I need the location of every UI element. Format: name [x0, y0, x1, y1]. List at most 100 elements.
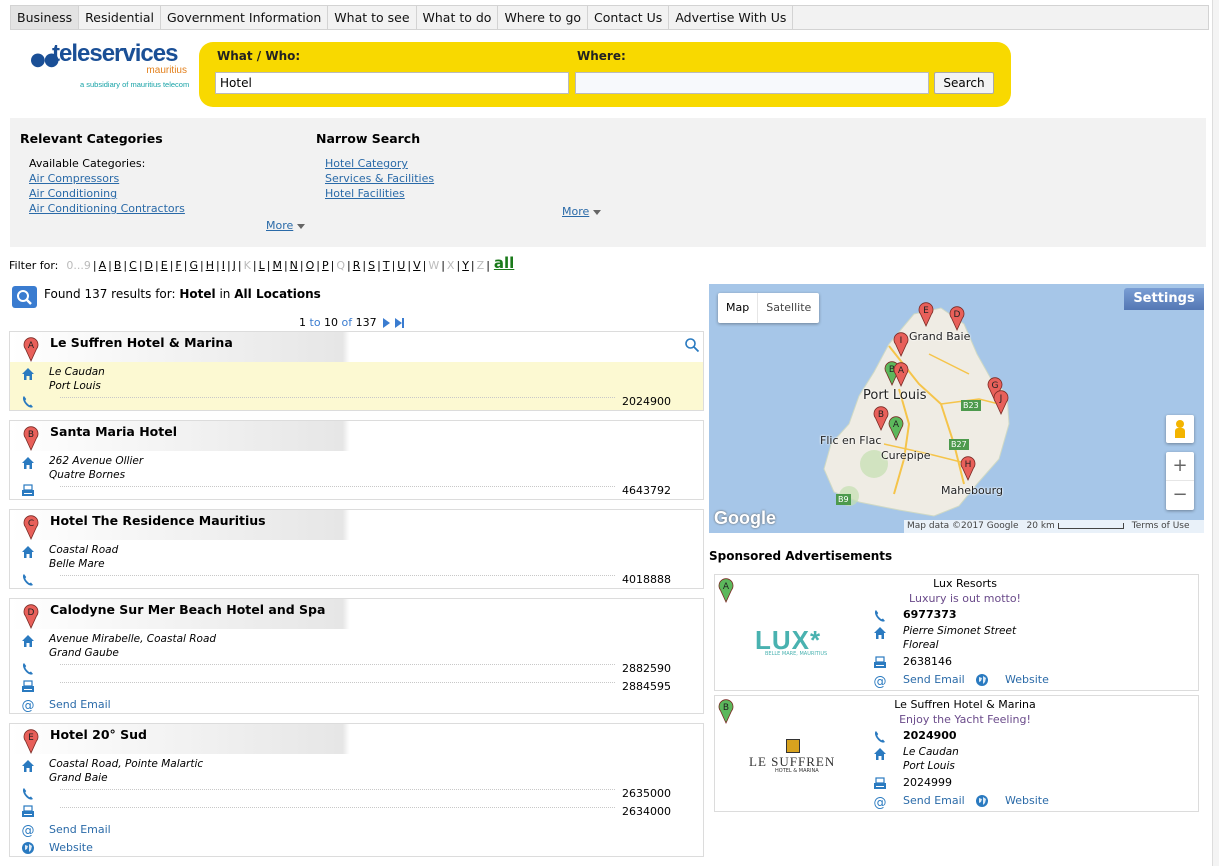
website-icon[interactable]: [975, 672, 989, 686]
listing-card[interactable]: D Calodyne Sur Mer Beach Hotel and Spa Ave…: [9, 598, 704, 714]
send-email-link[interactable]: Send Email: [49, 823, 111, 836]
filter-letter[interactable]: L: [257, 259, 267, 272]
category-link[interactable]: Air Compressors: [29, 172, 119, 185]
zoom-out-button[interactable]: −: [1166, 481, 1194, 510]
listing-card[interactable]: C Hotel The Residence Mauritius Coastal Ro…: [9, 509, 704, 589]
map-settings-button[interactable]: Settings: [1124, 288, 1204, 310]
fax-number: 2884595: [622, 680, 671, 693]
street-view-pegman-icon[interactable]: [1166, 415, 1194, 443]
map-pin-icon[interactable]: C: [23, 514, 39, 540]
categories-more-link[interactable]: More: [266, 219, 305, 232]
nav-tab[interactable]: What to see: [328, 6, 417, 29]
listing-name[interactable]: Hotel 20° Sud: [50, 727, 147, 742]
category-link[interactable]: Air Conditioning: [29, 187, 117, 200]
map-terms-link[interactable]: Terms of Use: [1132, 520, 1190, 533]
listing-name[interactable]: Calodyne Sur Mer Beach Hotel and Spa: [50, 602, 325, 617]
zoom-in-button[interactable]: +: [1166, 452, 1194, 481]
filter-all-link[interactable]: all: [494, 254, 514, 272]
ad-send-email-link[interactable]: Send Email: [903, 673, 965, 686]
narrow-link[interactable]: Services & Facilities: [325, 172, 434, 185]
map-marker-icon[interactable]: E: [918, 301, 934, 327]
ad-website-link[interactable]: Website: [1005, 673, 1049, 686]
filter-letter[interactable]: O: [304, 259, 317, 272]
ad-name[interactable]: Lux Resorts: [875, 577, 1055, 590]
website-link[interactable]: Website: [49, 841, 93, 854]
listing-name[interactable]: Hotel The Residence Mauritius: [50, 513, 266, 528]
filter-letter[interactable]: E: [159, 259, 170, 272]
filter-letter[interactable]: H: [204, 259, 216, 272]
map-marker-icon[interactable]: H: [960, 455, 976, 481]
filter-letter[interactable]: P: [320, 259, 331, 272]
last-page-icon[interactable]: [394, 317, 404, 328]
what-input[interactable]: [215, 72, 569, 94]
next-page-icon[interactable]: [382, 317, 390, 328]
email-icon[interactable]: @: [21, 822, 35, 839]
email-icon[interactable]: @: [21, 697, 35, 714]
fax-icon: [873, 655, 887, 669]
filter-letter[interactable]: M: [270, 259, 284, 272]
nav-tab[interactable]: Business: [11, 6, 80, 29]
map-marker-icon[interactable]: J: [993, 389, 1009, 415]
map-type-map-button[interactable]: Map: [718, 293, 757, 323]
sponsored-ad[interactable]: A LUX* BELLE MARE, MAURITIUS Lux Resorts Lux…: [714, 574, 1199, 691]
filter-letter[interactable]: D: [143, 259, 155, 272]
map-marker-icon[interactable]: I: [893, 331, 909, 357]
filter-letter[interactable]: T: [381, 259, 392, 272]
map-pin-icon[interactable]: B: [718, 698, 734, 724]
results-map[interactable]: Grand Baie Port Louis Flic en Flac Curep…: [709, 284, 1204, 533]
filter-letter[interactable]: I: [220, 259, 227, 272]
filter-letter[interactable]: S: [366, 259, 377, 272]
category-link[interactable]: Air Conditioning Contractors: [29, 202, 185, 215]
email-icon[interactable]: @: [873, 673, 887, 690]
narrow-link[interactable]: Hotel Facilities: [325, 187, 405, 200]
ad-website-link[interactable]: Website: [1005, 794, 1049, 807]
nav-tab[interactable]: Government Information: [161, 6, 329, 29]
nav-tab[interactable]: Residential: [79, 6, 161, 29]
nav-tab[interactable]: Contact Us: [588, 6, 670, 29]
filter-letter[interactable]: B: [112, 259, 124, 272]
sponsored-ad[interactable]: B LE SUFFREN HOTEL & MARINA Le Suffren Hote…: [714, 695, 1199, 812]
filter-letter[interactable]: V: [411, 259, 423, 272]
filter-letter[interactable]: A: [97, 259, 109, 272]
filter-letter[interactable]: G: [187, 259, 200, 272]
listing-name[interactable]: Santa Maria Hotel: [50, 424, 177, 439]
map-pin-icon[interactable]: D: [23, 603, 39, 629]
email-icon[interactable]: @: [873, 794, 887, 811]
map-pin-icon[interactable]: A: [23, 336, 39, 362]
filter-letter[interactable]: U: [395, 259, 407, 272]
narrow-more-link[interactable]: More: [562, 205, 601, 218]
map-pin-icon[interactable]: A: [718, 577, 734, 603]
filter-letter[interactable]: J: [231, 259, 238, 272]
nav-tab[interactable]: Advertise With Us: [669, 6, 794, 29]
map-marker-icon[interactable]: A: [888, 415, 904, 441]
page-scrollbar[interactable]: [1212, 0, 1219, 866]
map-pin-icon[interactable]: E: [23, 728, 39, 754]
map-type-satellite-button[interactable]: Satellite: [757, 293, 819, 323]
ad-send-email-link[interactable]: Send Email: [903, 794, 965, 807]
send-email-link[interactable]: Send Email: [49, 698, 111, 711]
ad-name[interactable]: Le Suffren Hotel & Marina: [875, 698, 1055, 711]
listing-card[interactable]: A Le Suffren Hotel & Marina Le Caudan Port …: [9, 331, 704, 411]
filter-letter[interactable]: R: [351, 259, 363, 272]
filter-letter[interactable]: C: [127, 259, 139, 272]
nav-tab[interactable]: Where to go: [498, 6, 589, 29]
listing-card[interactable]: E Hotel 20° Sud Coastal Road, Pointe Malar…: [9, 723, 704, 857]
map-marker-icon[interactable]: A: [893, 361, 909, 387]
filter-letter[interactable]: Y: [460, 259, 471, 272]
search-button[interactable]: Search: [934, 72, 994, 94]
listing-name[interactable]: Le Suffren Hotel & Marina: [50, 335, 233, 350]
website-icon[interactable]: [975, 793, 989, 807]
ad-addr1: Pierre Simonet Street: [903, 625, 1017, 637]
map-marker-icon[interactable]: D: [949, 305, 965, 331]
zoom-to-listing-icon[interactable]: [684, 337, 700, 357]
map-pin-icon[interactable]: B: [23, 425, 39, 451]
website-icon[interactable]: [21, 840, 35, 854]
narrow-link[interactable]: Hotel Category: [325, 157, 408, 170]
filter-letter[interactable]: F: [173, 259, 183, 272]
teleservices-logo[interactable]: ●● teleservices mauritius a subsidiary o…: [30, 40, 195, 92]
filter-letter[interactable]: N: [288, 259, 300, 272]
map-marker-icon[interactable]: B: [873, 405, 889, 431]
nav-tab[interactable]: What to do: [417, 6, 499, 29]
where-input[interactable]: [575, 72, 929, 94]
listing-card[interactable]: B Santa Maria Hotel 262 Avenue Ollier Quatr…: [9, 420, 704, 500]
